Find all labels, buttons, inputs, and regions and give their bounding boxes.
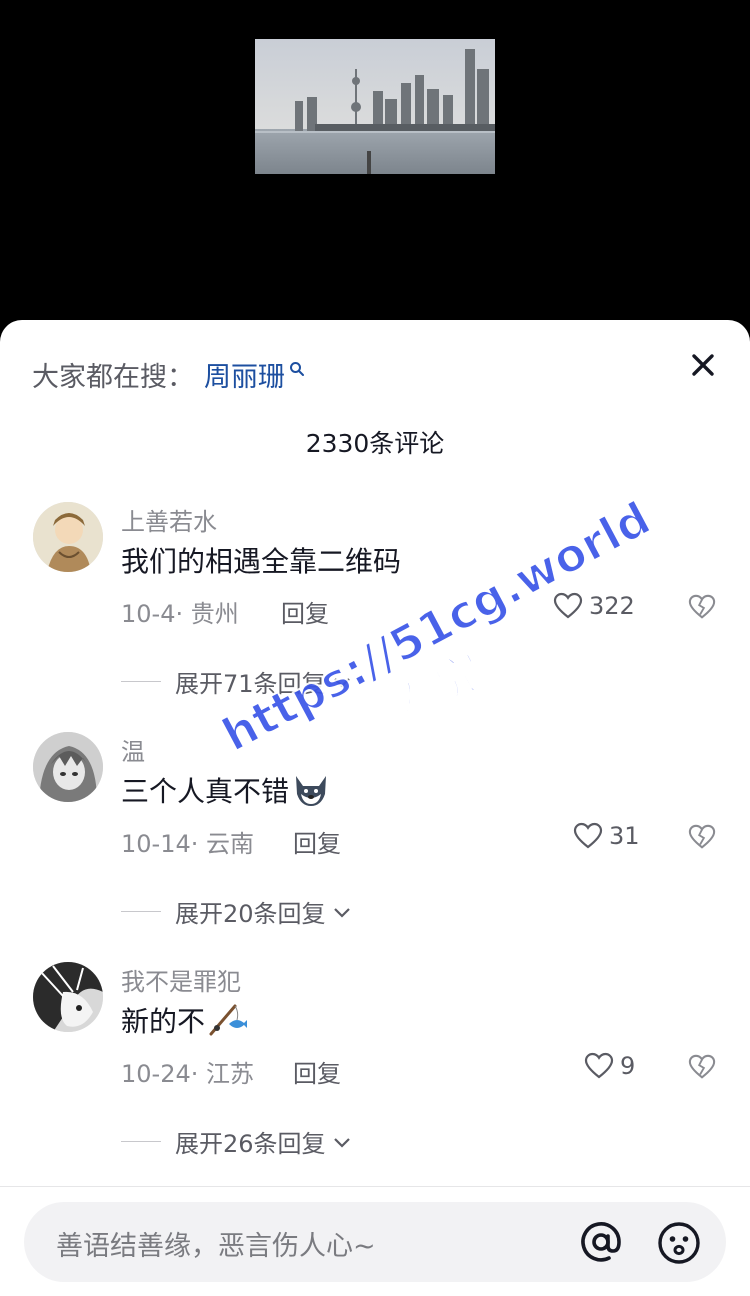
comment-sheet: 大家都在搜： 周丽珊 2330条评论 上善若水 我们的相遇全靠二维码 10-4·… bbox=[0, 320, 750, 1296]
smiley-icon bbox=[658, 1222, 700, 1264]
comment-username[interactable]: 上善若水 bbox=[121, 502, 217, 537]
heart-icon bbox=[553, 592, 583, 619]
expand-replies-button[interactable]: 展开26条回复 bbox=[121, 1124, 352, 1159]
avatar[interactable] bbox=[33, 732, 103, 802]
broken-heart-icon bbox=[688, 1054, 716, 1079]
comment-count: 2330条评论 bbox=[305, 429, 445, 458]
chevron-down-icon bbox=[333, 1137, 350, 1148]
dislike-button[interactable] bbox=[688, 1053, 716, 1081]
chevron-down-icon bbox=[333, 907, 350, 918]
comment-item: 上善若水 我们的相遇全靠二维码 10-4· 贵州 回复 322 展开71条回复 bbox=[0, 502, 750, 702]
close-button[interactable] bbox=[684, 346, 722, 384]
expand-replies-label: 展开26条回复 bbox=[175, 1130, 326, 1158]
expand-replies-label: 展开71条回复 bbox=[175, 670, 326, 698]
comment-text-content: 三个人真不错 bbox=[121, 775, 290, 808]
expand-divider bbox=[121, 1141, 161, 1142]
comment-item: 我不是罪犯 新的不 10-24· 江苏 回复 9 展开26条回复 bbox=[0, 962, 750, 1162]
expand-replies-button[interactable]: 展开20条回复 bbox=[121, 894, 352, 929]
comment-item: 温 三个人真不错 10-14· 云南 回复 31 展开20条回复 bbox=[0, 732, 750, 932]
comment-text: 新的不 bbox=[121, 1000, 248, 1045]
comment-text-content: 新的不 bbox=[121, 1005, 206, 1038]
comment-input[interactable]: 善语结善缘，恶言伤人心~ bbox=[24, 1202, 726, 1282]
like-button[interactable]: 9 bbox=[584, 1052, 635, 1080]
expand-divider bbox=[121, 911, 161, 912]
hot-search-term[interactable]: 周丽珊 bbox=[204, 355, 285, 394]
hot-search-prefix: 大家都在搜： bbox=[32, 361, 194, 393]
hot-search-bar[interactable]: 大家都在搜： 周丽珊 bbox=[32, 354, 305, 394]
like-count: 31 bbox=[609, 822, 640, 850]
comment-input-bar: 善语结善缘，恶言伤人心~ bbox=[0, 1186, 750, 1296]
expand-divider bbox=[121, 681, 161, 682]
wolf-face-emoji bbox=[291, 772, 331, 815]
comment-input-placeholder: 善语结善缘，恶言伤人心~ bbox=[56, 1231, 376, 1262]
at-icon bbox=[581, 1222, 621, 1262]
chevron-down-icon bbox=[333, 677, 350, 688]
heart-icon bbox=[573, 822, 603, 849]
comment-date-location: 10-24· 江苏 bbox=[121, 1060, 254, 1088]
like-button[interactable]: 322 bbox=[553, 592, 635, 620]
avatar[interactable] bbox=[33, 502, 103, 572]
video-player[interactable] bbox=[0, 0, 750, 322]
comment-date-location: 10-4· 贵州 bbox=[121, 600, 239, 628]
comment-date-location: 10-14· 云南 bbox=[121, 830, 254, 858]
like-count: 322 bbox=[589, 592, 635, 620]
mention-button[interactable] bbox=[578, 1219, 624, 1265]
comment-text-content: 我们的相遇全靠二维码 bbox=[121, 545, 402, 578]
expand-replies-button[interactable]: 展开71条回复 bbox=[121, 664, 352, 699]
video-thumbnail[interactable] bbox=[255, 39, 495, 174]
search-icon bbox=[289, 353, 305, 384]
broken-heart-icon bbox=[688, 594, 716, 619]
dislike-button[interactable] bbox=[688, 823, 716, 851]
avatar[interactable] bbox=[33, 962, 103, 1032]
fishing-pole-emoji bbox=[207, 1002, 248, 1045]
expand-replies-label: 展开20条回复 bbox=[175, 900, 326, 928]
close-icon bbox=[692, 354, 714, 376]
broken-heart-icon bbox=[688, 824, 716, 849]
dislike-button[interactable] bbox=[688, 593, 716, 621]
reply-button[interactable]: 回复 bbox=[293, 824, 341, 859]
heart-icon bbox=[584, 1052, 614, 1079]
emoji-button[interactable] bbox=[656, 1220, 702, 1266]
comment-username[interactable]: 温 bbox=[121, 732, 145, 767]
comment-text: 我们的相遇全靠二维码 bbox=[121, 540, 401, 580]
like-count: 9 bbox=[620, 1052, 636, 1080]
like-button[interactable]: 31 bbox=[573, 822, 640, 850]
reply-button[interactable]: 回复 bbox=[281, 594, 329, 629]
reply-button[interactable]: 回复 bbox=[293, 1054, 341, 1089]
comment-username[interactable]: 我不是罪犯 bbox=[121, 962, 241, 997]
comment-text: 三个人真不错 bbox=[121, 770, 331, 815]
